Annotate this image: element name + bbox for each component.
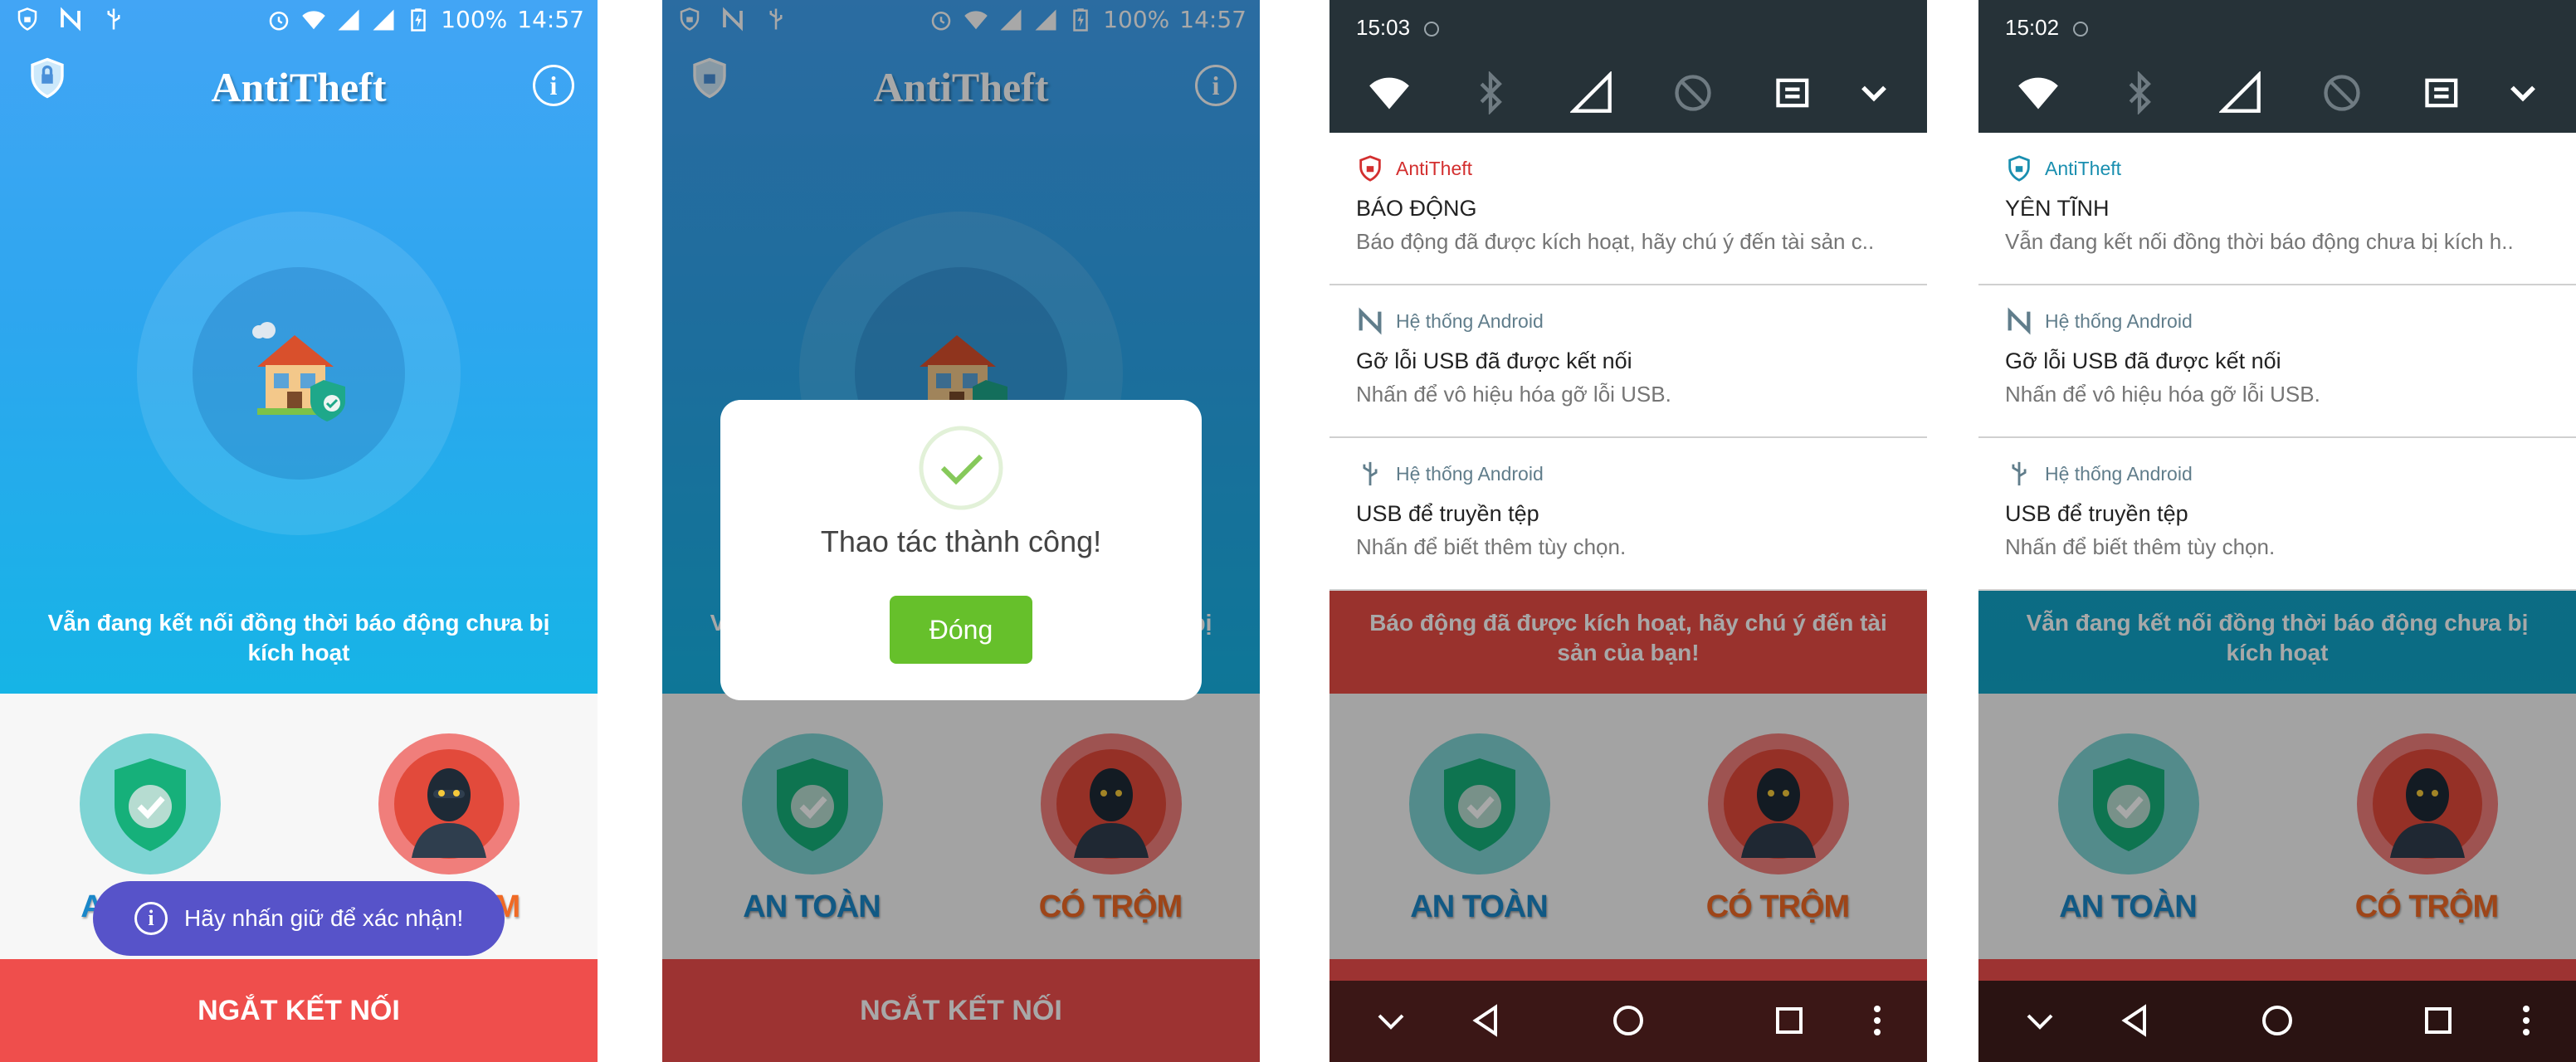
status-message: Vẫn đang kết nối đồng thời báo động chưa… [47,610,550,665]
data-saver-toggle-icon[interactable] [1773,71,1816,114]
clock: 14:57 [517,6,584,33]
notification-usb-debug[interactable]: Hệ thống Android Gỡ lỗi USB đã được kết … [1978,285,2576,438]
shield-check-icon [115,758,186,851]
shade-clock-row: 15:03 [1356,15,1442,41]
notification-usb-transfer[interactable]: Hệ thống Android USB để truyền tệp Nhấn … [1978,438,2576,591]
notification-app-name: AntiTheft [2045,158,2122,179]
notification-usb-transfer[interactable]: Hệ thống Android USB để truyền tệp Nhấn … [1329,438,1927,591]
back-icon[interactable] [1466,1001,1505,1040]
back-icon[interactable] [2115,1001,2154,1040]
battery-icon [411,8,426,32]
navigation-bar [1978,981,2576,1062]
dnd-toggle-icon[interactable] [1671,71,1715,114]
thief-button[interactable] [378,733,520,874]
success-check-icon [919,426,1003,510]
notification-title: USB để truyền tệp [1356,501,1539,526]
hero-area: 100% 14:57 AntiTheft i Vẫn đang kết nối … [0,0,598,694]
battery-percent: 100% [441,6,508,33]
notification-app-name: Hệ thống Android [2045,463,2193,485]
notification-title: USB để truyền tệp [2005,501,2188,526]
wifi-toggle-icon[interactable] [1368,71,1411,114]
close-button[interactable]: Đóng [890,596,1032,664]
wifi-icon [302,11,325,30]
home-icon[interactable] [1608,1001,1648,1040]
screen-shade-alarm: Báo động đã được kích hoạt, hãy chú ý đế… [1329,0,1927,1062]
notification-body: Nhấn để vô hiệu hóa gỡ lỗi USB. [2005,382,2320,407]
shade-clock: 15:02 [2005,15,2060,40]
notification-body: Báo động đã được kích hoạt, hãy chú ý đế… [1356,229,1875,254]
signal-icon-2 [373,9,394,31]
hide-keyboard-chevron-icon[interactable] [1371,1001,1411,1040]
thief-icon [394,749,504,859]
android-n-icon [1359,307,1382,335]
chevron-down-icon[interactable] [2501,71,2544,114]
quick-settings: 15:03 [1329,0,1927,133]
home-icon[interactable] [2257,1001,2297,1040]
notification-body: Nhấn để biết thêm tùy chọn. [2005,534,2276,559]
usb-icon [107,8,120,30]
alarm-icon [2073,21,2089,37]
alarm-icon [269,12,289,31]
notification-usb-debug[interactable]: Hệ thống Android Gỡ lỗi USB đã được kết … [1329,285,1927,438]
shade-clock-row: 15:02 [2005,15,2091,41]
disconnect-button[interactable]: NGẮT KẾT NỐI [0,959,598,1062]
info-button[interactable]: i [533,65,574,106]
mobile-data-toggle-icon[interactable] [2219,71,2262,114]
notification-title: YÊN TĨNH [2005,196,2110,221]
notification-antitheft[interactable]: AntiTheft BÁO ĐỘNG Báo động đã được kích… [1329,133,1927,285]
toast: i Hãy nhấn giữ để xác nhận! [93,881,505,956]
notification-app-name: Hệ thống Android [2045,310,2193,332]
notification-title: BÁO ĐỘNG [1356,196,1477,221]
usb-icon [2012,461,2027,486]
bluetooth-toggle-icon[interactable] [1469,71,1512,114]
more-options-icon[interactable] [1857,1001,1897,1040]
notification-title: Gỡ lỗi USB đã được kết nối [2005,348,2281,373]
antitheft-shield-icon [2008,155,2030,182]
toast-text: Hãy nhấn giữ để xác nhận! [184,905,464,931]
notification-antitheft[interactable]: AntiTheft YÊN TĨNH Vẫn đang kết nối đồng… [1978,133,2576,285]
antitheft-shield-icon [1359,155,1381,182]
app-title: AntiTheft [211,64,387,110]
screen-shade-quiet: Vẫn đang kết nối đồng thời báo động chưa… [1978,0,2576,1062]
signal-icon [338,9,359,31]
recents-icon[interactable] [1769,1001,1809,1040]
more-options-icon[interactable] [2506,1001,2546,1040]
n-icon [61,7,80,32]
usb-icon [1363,461,1378,486]
wifi-toggle-icon[interactable] [2017,71,2060,114]
notification-app-name: Hệ thống Android [1396,310,1544,332]
shade-clock: 15:03 [1356,15,1411,40]
info-icon: i [134,902,168,935]
quick-settings: 15:02 [1978,0,2576,133]
safe-button[interactable] [80,733,221,874]
alarm-icon [1424,21,1440,37]
notification-title: Gỡ lỗi USB đã được kết nối [1356,348,1632,373]
hide-keyboard-chevron-icon[interactable] [2020,1001,2060,1040]
notification-body: Nhấn để biết thêm tùy chọn. [1356,534,1627,559]
bluetooth-toggle-icon[interactable] [2118,71,2161,114]
chevron-down-icon[interactable] [1852,71,1895,114]
notification-body: Vẫn đang kết nối đồng thời báo động chưa… [2005,229,2514,254]
dialog-message: Thao tác thành công! [820,524,1102,558]
notification-body: Nhấn để vô hiệu hóa gỡ lỗi USB. [1356,382,1671,407]
android-n-icon [2008,307,2031,335]
app-screen: 100% 14:57 AntiTheft i Vẫn đang kết nối … [0,0,598,1062]
screen-main-toast: 100% 14:57 AntiTheft i Vẫn đang kết nối … [0,0,598,1062]
dnd-toggle-icon[interactable] [2320,71,2364,114]
navigation-bar [1329,981,1927,1062]
success-dialog: Thao tác thành công! Đóng [720,400,1202,700]
mobile-data-toggle-icon[interactable] [1570,71,1613,114]
screen-success-dialog: 100% 14:57 AntiTheft i Vẫn đang kết nối … [662,0,1260,1062]
data-saver-toggle-icon[interactable] [2422,71,2465,114]
notification-app-name: AntiTheft [1396,158,1473,179]
status-bar: 100% 14:57 [0,0,598,40]
house-protected-icon [252,322,345,421]
recents-icon[interactable] [2418,1001,2458,1040]
notification-app-name: Hệ thống Android [1396,463,1544,485]
app-shield-status-icon [17,7,37,31]
